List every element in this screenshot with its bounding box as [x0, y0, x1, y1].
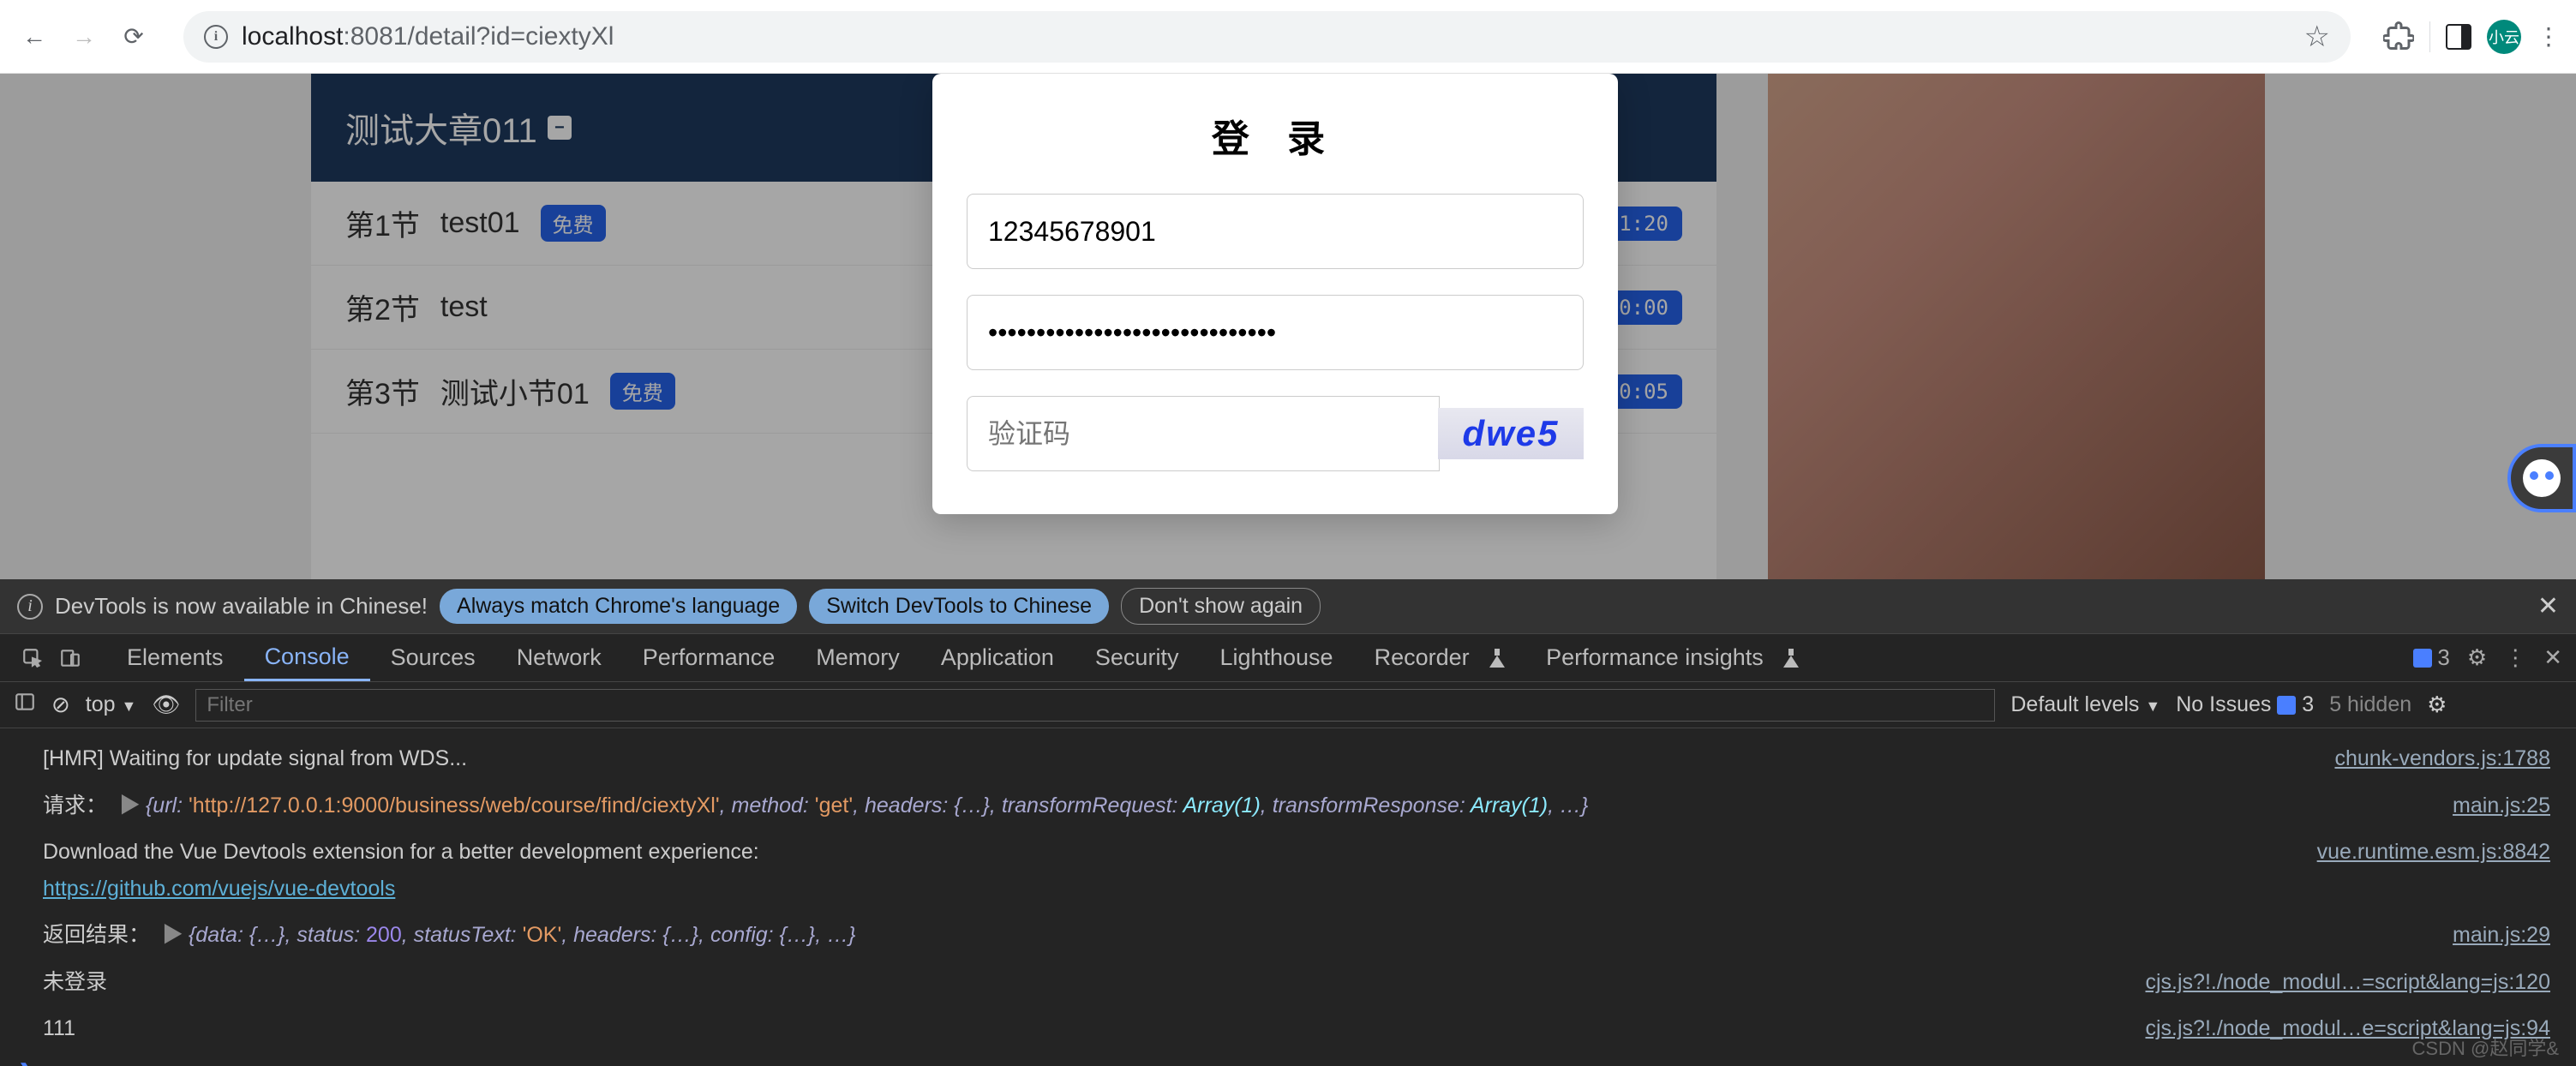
context-selector[interactable]: top ▼ — [86, 692, 137, 717]
tab-application[interactable]: Application — [920, 634, 1075, 681]
log-levels-selector[interactable]: Default levels ▼ — [2010, 692, 2160, 717]
chrome-menu-icon[interactable]: ⋮ — [2537, 22, 2559, 51]
log-line[interactable]: 未登录 cjs.js?!./node_modul…=script&lang=js… — [0, 959, 2576, 1006]
log-line[interactable]: 请求： ▶{url: 'http://127.0.0.1:9000/busine… — [0, 782, 2576, 829]
assistant-face-icon — [2523, 459, 2561, 497]
sidebar-toggle-icon[interactable] — [14, 691, 36, 719]
site-info-icon[interactable]: i — [204, 25, 228, 49]
tab-memory[interactable]: Memory — [795, 634, 920, 681]
tab-performance-insights[interactable]: Performance insights — [1525, 634, 1819, 681]
console-prompt[interactable]: ❯ — [0, 1052, 2576, 1066]
devtools-close-icon[interactable]: ✕ — [2543, 644, 2562, 671]
address-bar[interactable]: i localhost:8081/detail?id=ciextyXl ☆ — [183, 11, 2351, 63]
tab-performance[interactable]: Performance — [622, 634, 796, 681]
browser-toolbar: ← → ⟳ i localhost:8081/detail?id=ciextyX… — [0, 0, 2576, 74]
url-text: localhost:8081/detail?id=ciextyXl — [242, 22, 614, 51]
bookmark-star-icon[interactable]: ☆ — [2304, 20, 2330, 54]
tab-recorder[interactable]: Recorder — [1354, 634, 1526, 681]
banner-close-icon[interactable]: ✕ — [2537, 591, 2559, 621]
device-toolbar-icon[interactable] — [51, 639, 89, 677]
flask-icon — [1783, 649, 1799, 668]
assistant-float-button[interactable] — [2507, 444, 2576, 512]
devtools-panel: i DevTools is now available in Chinese! … — [0, 579, 2576, 1066]
log-line[interactable]: 111 cjs.js?!./node_modul…e=script&lang=j… — [0, 1005, 2576, 1052]
expand-triangle-icon[interactable]: ▶ — [119, 794, 141, 817]
banner-dismiss-button[interactable]: Don't show again — [1121, 588, 1321, 625]
no-issues-label[interactable]: No Issues 3 — [2176, 692, 2314, 717]
log-line[interactable]: 返回结果： ▶{data: {…}, status: 200, statusTe… — [0, 912, 2576, 959]
log-line[interactable]: Download the Vue Devtools extension for … — [0, 829, 2576, 912]
log-source-link[interactable]: vue.runtime.esm.js:8842 — [2300, 834, 2550, 907]
devtools-tabs: Elements Console Sources Network Perform… — [0, 634, 2576, 682]
password-input[interactable] — [967, 295, 1584, 370]
back-button[interactable]: ← — [17, 20, 51, 54]
expand-triangle-icon[interactable]: ▶ — [162, 923, 183, 947]
console-settings-gear-icon[interactable]: ⚙ — [2427, 692, 2447, 718]
log-line[interactable]: [HMR] Waiting for update signal from WDS… — [0, 735, 2576, 782]
side-panel-icon[interactable] — [2446, 24, 2471, 50]
login-title: 登 录 — [967, 108, 1584, 163]
log-source-link[interactable]: main.js:29 — [2435, 917, 2550, 954]
banner-text: DevTools is now available in Chinese! — [55, 593, 428, 620]
tab-console[interactable]: Console — [244, 634, 370, 681]
forward-button[interactable]: → — [67, 20, 101, 54]
phone-input[interactable] — [967, 194, 1584, 269]
inspect-element-icon[interactable] — [14, 639, 51, 677]
chevron-down-icon: ▼ — [122, 698, 137, 715]
banner-always-match-button[interactable]: Always match Chrome's language — [440, 589, 797, 624]
console-filter-input[interactable] — [195, 689, 1995, 722]
devtools-kebab-icon[interactable]: ⋮ — [2504, 644, 2526, 671]
profile-avatar[interactable]: 小云 — [2487, 20, 2521, 54]
tab-elements[interactable]: Elements — [106, 634, 244, 681]
live-expression-icon[interactable]: 👁 — [152, 692, 180, 718]
issue-icon — [2277, 696, 2296, 715]
hidden-count[interactable]: 5 hidden — [2329, 692, 2411, 717]
captcha-input[interactable] — [967, 396, 1440, 471]
tab-sources[interactable]: Sources — [370, 634, 496, 681]
banner-switch-button[interactable]: Switch DevTools to Chinese — [809, 589, 1109, 624]
tab-lighthouse[interactable]: Lighthouse — [1199, 634, 1353, 681]
watermark: CSDN @赵同学& — [2412, 1033, 2559, 1061]
issues-badge[interactable]: 3 — [2413, 644, 2449, 671]
settings-gear-icon[interactable]: ⚙ — [2467, 644, 2487, 671]
console-toolbar: ⊘ top ▼ 👁 Default levels ▼ No Issues 3 5… — [0, 682, 2576, 728]
tab-network[interactable]: Network — [496, 634, 622, 681]
log-source-link[interactable]: cjs.js?!./node_modul…=script&lang=js:120 — [2129, 964, 2551, 1001]
console-output: [HMR] Waiting for update signal from WDS… — [0, 728, 2576, 1066]
page-viewport: 测试大章011 − 第1节 test01 免费 00:01:20 第2节 tes… — [0, 74, 2576, 579]
log-source-link[interactable]: main.js:25 — [2435, 788, 2550, 824]
toolbar-divider — [2429, 21, 2430, 52]
info-icon: i — [17, 594, 43, 620]
clear-console-icon[interactable]: ⊘ — [51, 692, 70, 718]
extensions-icon[interactable] — [2383, 21, 2414, 52]
issue-icon — [2413, 649, 2432, 668]
login-modal: 登 录 dwe5 — [932, 74, 1618, 514]
chevron-down-icon: ▼ — [2145, 698, 2160, 715]
vue-devtools-link[interactable]: https://github.com/vuejs/vue-devtools — [43, 877, 395, 901]
reload-button[interactable]: ⟳ — [117, 20, 151, 54]
devtools-language-banner: i DevTools is now available in Chinese! … — [0, 579, 2576, 634]
flask-icon — [1489, 649, 1505, 668]
log-source-link[interactable]: chunk-vendors.js:1788 — [2317, 740, 2550, 777]
captcha-image[interactable]: dwe5 — [1438, 408, 1584, 459]
tab-security[interactable]: Security — [1075, 634, 1200, 681]
